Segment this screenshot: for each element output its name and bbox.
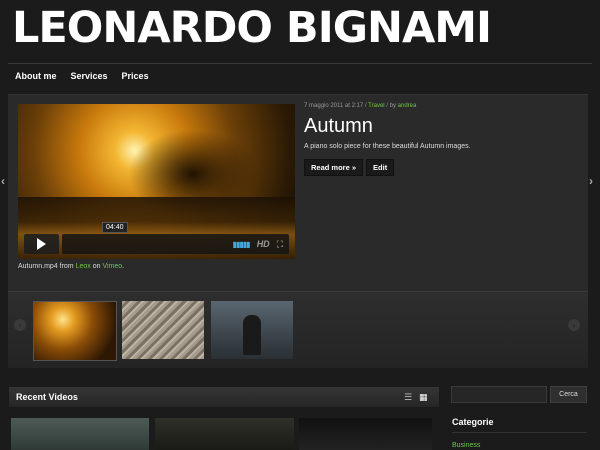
video-thumbnail[interactable] <box>11 418 149 450</box>
seek-bar[interactable]: 04:40 ▮▮▮▮▮ HD ⛶ <box>62 222 289 254</box>
video-thumbnail[interactable] <box>299 418 432 450</box>
header-divider <box>8 63 592 64</box>
thumbnail-strip: ‹ › <box>8 291 588 368</box>
thumbs-next-icon[interactable]: › <box>568 319 580 331</box>
video-player[interactable]: 04:40 ▮▮▮▮▮ HD ⛶ <box>18 104 295 259</box>
category-link[interactable]: Travel <box>368 103 384 109</box>
thumbnail-portrait[interactable] <box>211 301 293 359</box>
fullscreen-icon[interactable]: ⛶ <box>277 239 283 250</box>
thumbnail-grass[interactable] <box>122 301 204 359</box>
category-item-business[interactable]: Business <box>452 442 480 449</box>
post-meta: 7 maggio 2011 at 2:17 / Travel / by andr… <box>304 103 417 109</box>
play-button[interactable] <box>24 234 59 254</box>
main-nav: About me Services Prices <box>15 71 149 81</box>
edit-button[interactable]: Edit <box>366 159 395 176</box>
play-icon <box>37 238 46 250</box>
nav-about-me[interactable]: About me <box>15 71 57 81</box>
recent-videos-header: Recent Videos ☰ ▦ <box>8 386 440 408</box>
video-controls: 04:40 ▮▮▮▮▮ HD ⛶ <box>24 222 289 254</box>
categories-title: Categorie <box>452 417 494 427</box>
author-link[interactable]: andrea <box>398 103 417 109</box>
recent-videos-title: Recent Videos <box>16 392 78 402</box>
caption-user-link[interactable]: Leox <box>76 263 91 270</box>
nav-prices[interactable]: Prices <box>122 71 149 81</box>
categories-divider <box>452 432 587 433</box>
video-thumbnail[interactable] <box>155 418 294 450</box>
post-actions: Read more » Edit <box>304 159 395 176</box>
slider-prev-icon[interactable]: ‹ <box>1 174 5 188</box>
featured-slider: 04:40 ▮▮▮▮▮ HD ⛶ Autumn.mp4 from Leox on… <box>8 94 588 291</box>
search-button[interactable]: Cerca <box>550 386 587 403</box>
post-excerpt: A piano solo piece for these beautiful A… <box>304 143 471 150</box>
thumbnail-autumn[interactable] <box>33 301 117 361</box>
video-time: 04:40 <box>102 222 128 233</box>
video-caption: Autumn.mp4 from Leox on Vimeo. <box>18 263 125 270</box>
thumbs-prev-icon[interactable]: ‹ <box>14 319 26 331</box>
read-more-button[interactable]: Read more » <box>304 159 364 176</box>
search-input[interactable] <box>451 386 547 403</box>
caption-vimeo-link[interactable]: Vimeo <box>102 263 122 270</box>
volume-icon[interactable]: ▮▮▮▮▮ <box>233 240 251 249</box>
nav-services[interactable]: Services <box>71 71 108 81</box>
slider-next-icon[interactable]: › <box>589 174 593 188</box>
list-view-icon[interactable]: ☰ <box>404 392 412 403</box>
post-title[interactable]: Autumn <box>304 115 373 138</box>
hd-toggle[interactable]: HD <box>257 239 270 249</box>
grid-view-icon[interactable]: ▦ <box>419 392 428 403</box>
thumbnail-figure <box>243 315 261 355</box>
site-title[interactable]: LEONARDO BIGNAMI <box>12 2 492 54</box>
